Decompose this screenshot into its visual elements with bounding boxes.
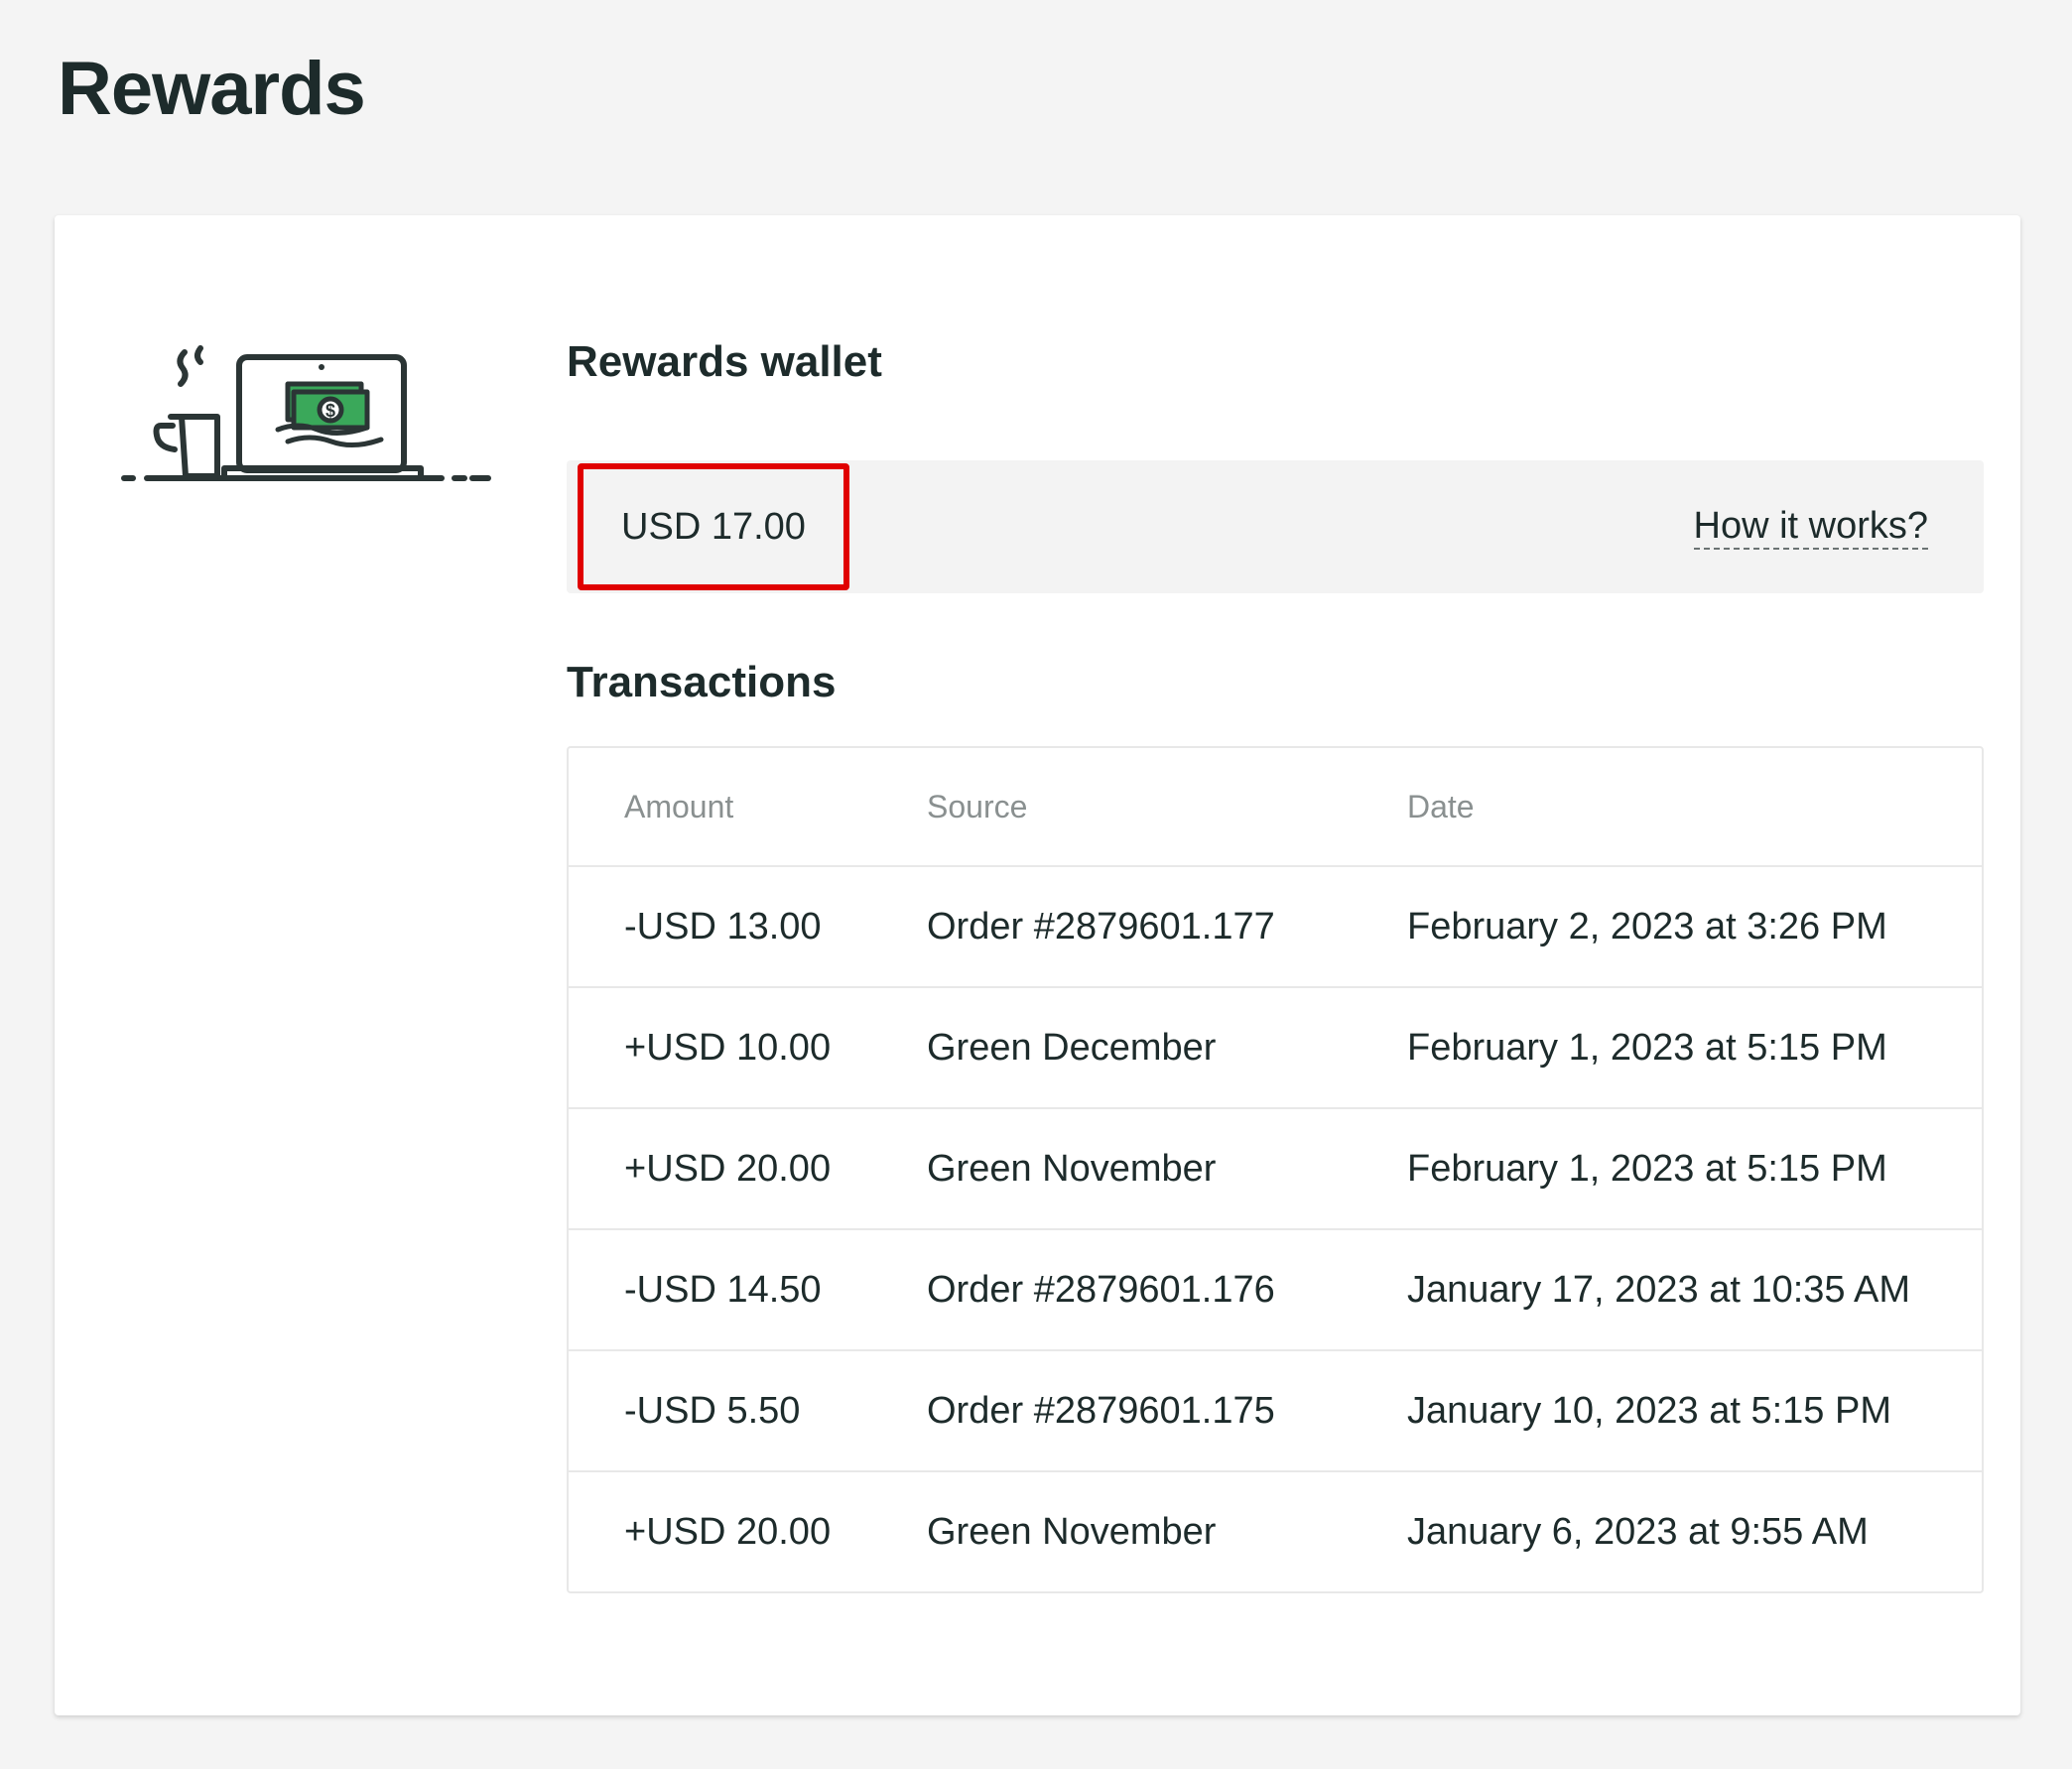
transaction-source: Green November [927, 1147, 1217, 1190]
transaction-amount: -USD 5.50 [624, 1389, 801, 1432]
wallet-balance-bar: USD 17.00 How it works? [567, 460, 1984, 593]
wallet-balance: USD 17.00 [621, 505, 806, 548]
balance-highlight: USD 17.00 [578, 463, 849, 590]
transaction-source: Order #2879601.175 [927, 1389, 1275, 1432]
transaction-source: Order #2879601.177 [927, 905, 1275, 948]
table-row: -USD 5.50 Order #2879601.175 January 10,… [569, 1349, 1982, 1470]
transaction-amount: +USD 20.00 [624, 1147, 832, 1190]
column-header-amount: Amount [624, 788, 734, 824]
table-row: -USD 13.00 Order #2879601.177 February 2… [569, 865, 1982, 986]
transaction-source: Green November [927, 1510, 1217, 1553]
transaction-date: January 17, 2023 at 10:35 AM [1407, 1268, 1911, 1311]
table-row: +USD 20.00 Green November January 6, 202… [569, 1470, 1982, 1591]
table-header-row: Amount Source Date [569, 748, 1982, 865]
svg-text:$: $ [325, 401, 335, 421]
how-it-works-link[interactable]: How it works? [1693, 504, 1928, 550]
laptop-money-coffee-icon: $ [121, 345, 491, 481]
transactions-title: Transactions [567, 658, 837, 706]
rewards-card: $ Rewards wallet USD 17.00 How it works?… [55, 215, 2020, 1715]
page-title: Rewards [58, 47, 366, 131]
transaction-amount: +USD 20.00 [624, 1510, 832, 1553]
table-row: +USD 10.00 Green December February 1, 20… [569, 986, 1982, 1107]
transaction-date: February 1, 2023 at 5:15 PM [1407, 1026, 1887, 1069]
column-header-date: Date [1407, 788, 1475, 824]
transactions-table: Amount Source Date -USD 13.00 Order #287… [567, 746, 1984, 1593]
transaction-date: February 2, 2023 at 3:26 PM [1407, 905, 1887, 948]
transaction-amount: -USD 14.50 [624, 1268, 822, 1311]
transaction-source: Order #2879601.176 [927, 1268, 1275, 1311]
transaction-source: Green December [927, 1026, 1217, 1069]
transactions-body: -USD 13.00 Order #2879601.177 February 2… [569, 865, 1982, 1591]
table-row: +USD 20.00 Green November February 1, 20… [569, 1107, 1982, 1228]
transaction-date: January 10, 2023 at 5:15 PM [1407, 1389, 1891, 1432]
transaction-amount: +USD 10.00 [624, 1026, 832, 1069]
column-header-source: Source [927, 788, 1028, 824]
table-row: -USD 14.50 Order #2879601.176 January 17… [569, 1228, 1982, 1349]
transaction-date: February 1, 2023 at 5:15 PM [1407, 1147, 1887, 1190]
transaction-date: January 6, 2023 at 9:55 AM [1407, 1510, 1869, 1553]
transaction-amount: -USD 13.00 [624, 905, 822, 948]
wallet-title: Rewards wallet [567, 337, 882, 386]
